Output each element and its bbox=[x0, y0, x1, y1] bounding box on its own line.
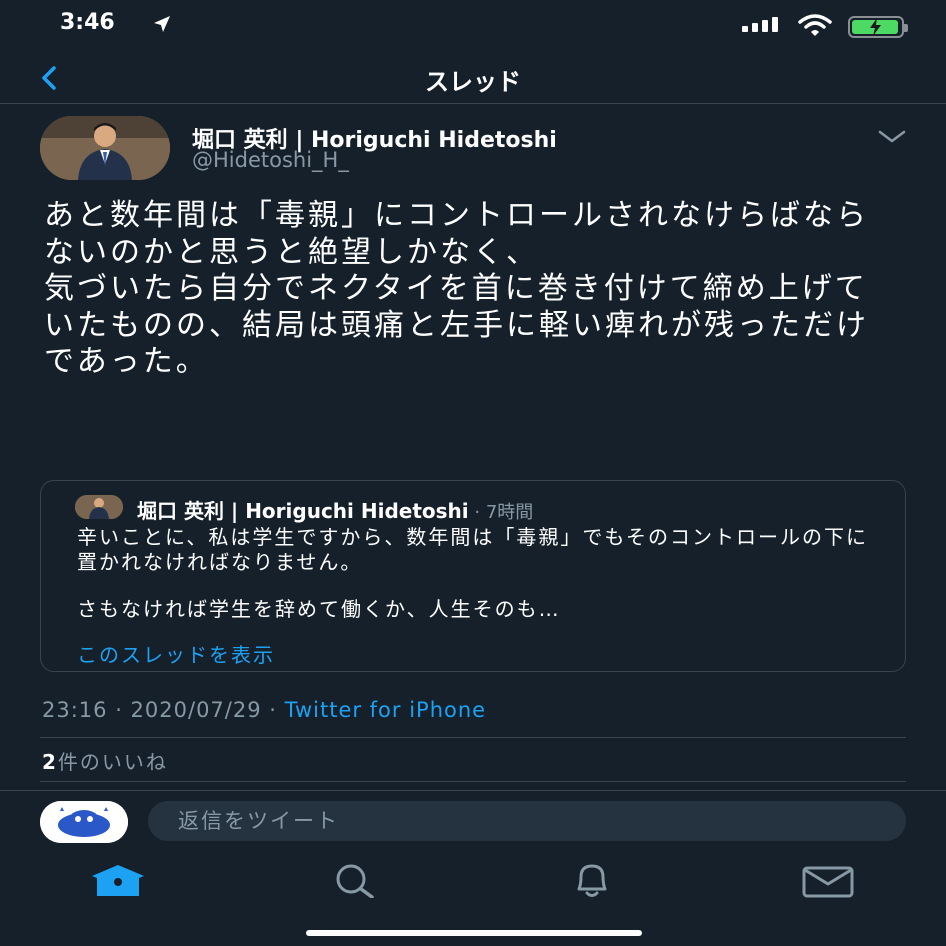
quote-time: 7時間 bbox=[485, 502, 534, 523]
reply-bar bbox=[0, 790, 946, 850]
tweet-meta: 23:16 · 2020/07/29 · Twitter for iPhone bbox=[42, 698, 486, 722]
charging-bolt-icon bbox=[870, 18, 881, 36]
tweet-source-link[interactable]: Twitter for iPhone bbox=[285, 698, 487, 722]
tab-notifications[interactable] bbox=[562, 862, 622, 898]
tweet-text: あと数年間は「毒親」にコントロールされなけらばならないのかと思うと絶望しかなく、… bbox=[44, 198, 869, 379]
divider bbox=[40, 737, 906, 738]
reply-input[interactable] bbox=[148, 801, 906, 841]
bell-icon bbox=[577, 864, 607, 897]
location-arrow-icon bbox=[154, 16, 170, 32]
quoted-tweet[interactable]: 堀口 英利 | Horiguchi Hidetoshi · 7時間 辛いことに、… bbox=[40, 480, 906, 672]
quote-text: 辛いことに、私は学生ですから、数年間は「毒親」でもそのコントロールの下に置かれな… bbox=[77, 525, 877, 622]
quote-header: 堀口 英利 | Horiguchi Hidetoshi · 7時間 bbox=[137, 495, 533, 524]
home-indicator[interactable] bbox=[306, 930, 642, 936]
show-thread-link[interactable]: このスレッドを表示 bbox=[77, 639, 275, 668]
quote-paragraph-2: さもなければ学生を辞めて働くか、人生そのも… bbox=[77, 597, 561, 621]
tab-search[interactable] bbox=[324, 862, 384, 898]
quote-author-avatar bbox=[75, 495, 123, 519]
page-title: スレッド bbox=[425, 68, 521, 96]
navigation-header: スレッド bbox=[0, 52, 946, 104]
author-handle[interactable]: @Hidetoshi_H_ bbox=[192, 148, 349, 172]
status-bar: 3:46 bbox=[0, 0, 946, 52]
cellular-signal-icon bbox=[742, 17, 778, 32]
mail-icon bbox=[802, 866, 854, 898]
author-avatar[interactable] bbox=[40, 116, 170, 180]
status-time: 3:46 bbox=[60, 10, 115, 35]
tweet-timestamp: 23:16 · 2020/07/29 · bbox=[42, 698, 285, 722]
search-icon bbox=[336, 864, 374, 898]
quote-author-name: 堀口 英利 | Horiguchi Hidetoshi bbox=[137, 499, 469, 523]
battery-icon bbox=[848, 16, 908, 38]
quote-separator: · bbox=[468, 502, 486, 523]
chevron-down-icon[interactable] bbox=[876, 126, 908, 146]
home-icon bbox=[92, 865, 144, 896]
likes-count: 2 bbox=[42, 750, 58, 774]
likes-label: 件のいいね bbox=[57, 750, 168, 774]
tab-messages[interactable] bbox=[798, 862, 858, 898]
likes-count-link[interactable]: 2件のいいね bbox=[42, 746, 168, 775]
wifi-icon bbox=[798, 14, 832, 36]
quote-paragraph-1: 辛いことに、私は学生ですから、数年間は「毒親」でもそのコントロールの下に置かれな… bbox=[77, 525, 868, 574]
divider bbox=[40, 781, 906, 782]
tab-home[interactable] bbox=[88, 862, 148, 898]
user-avatar[interactable] bbox=[40, 801, 128, 843]
